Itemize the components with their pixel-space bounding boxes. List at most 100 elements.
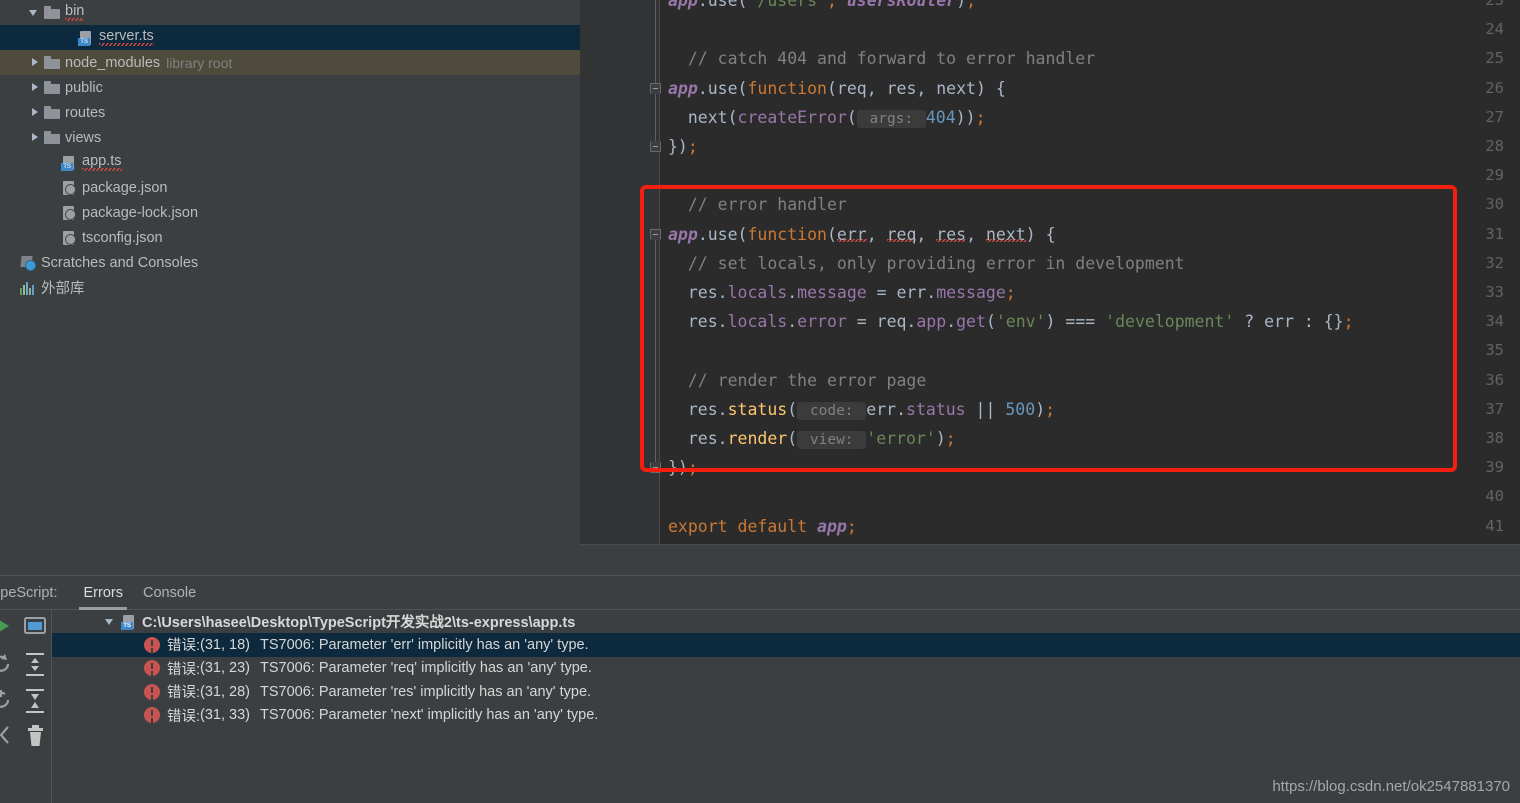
tree-item-label: bin xyxy=(65,3,85,22)
code-token: . xyxy=(946,312,957,332)
code-line[interactable]: next(createError( args: 404)); xyxy=(668,103,986,132)
chevron-right-icon[interactable] xyxy=(28,81,41,94)
error-list[interactable]: C:\Users\hasee\Desktop\TypeScript开发实战2\t… xyxy=(52,610,1520,803)
project-tree-panel[interactable]: bin server.ts node_modules library root publ… xyxy=(0,0,580,575)
rerun-failed-icon[interactable] xyxy=(0,682,18,718)
code-token: // catch 404 and forward to error handle… xyxy=(668,49,1096,69)
code-line[interactable]: res.locals.error = req.app.get('env') ==… xyxy=(668,307,1354,336)
code-token: // set locals, only providing error in d… xyxy=(668,253,1185,273)
code-line[interactable]: }); xyxy=(668,453,698,482)
code-token: )) xyxy=(955,107,976,127)
error-severity-icon xyxy=(144,683,160,700)
export-icon[interactable] xyxy=(20,610,46,646)
code-line[interactable]: // render the error page xyxy=(668,366,926,395)
code-token: ( xyxy=(826,224,837,244)
collapse-all-icon[interactable] xyxy=(20,682,46,718)
code-token: ) xyxy=(956,0,967,10)
code-line[interactable]: res.render( view: 'error'); xyxy=(668,424,956,453)
tree-item-label: Scratches and Consoles xyxy=(41,254,199,271)
folder-icon xyxy=(44,80,60,96)
tree-item-views[interactable]: views xyxy=(0,125,580,150)
error-list-item[interactable]: 错误: (31, 33) TS7006: Parameter 'next' impl… xyxy=(52,704,1520,728)
code-line[interactable]: // catch 404 and forward to error handle… xyxy=(668,44,1095,73)
tree-item--[interactable]: 外部库 xyxy=(0,275,580,300)
code-token: res. xyxy=(668,399,728,419)
error-severity-label: 错误: xyxy=(167,708,201,725)
tree-item-app-ts[interactable]: app.ts xyxy=(0,150,580,175)
tree-item-scratches-and-consoles[interactable]: Scratches and Consoles xyxy=(0,250,580,275)
code-token: render xyxy=(727,429,788,448)
chevron-down-icon[interactable] xyxy=(104,615,117,628)
tree-item-tsconfig-json[interactable]: tsconfig.json xyxy=(0,225,580,250)
code-token: = req. xyxy=(846,312,917,332)
code-token: }) xyxy=(668,137,688,156)
code-line[interactable]: app.use(function(err, req, res, next) { xyxy=(668,220,1056,249)
panel-toolbar-left-column[interactable] xyxy=(0,610,18,754)
code-token: ? err : {} xyxy=(1234,312,1344,332)
code-token: = err. xyxy=(866,283,937,302)
json-file-icon xyxy=(61,180,77,196)
code-token: res xyxy=(936,224,967,244)
delete-icon[interactable] xyxy=(20,718,46,754)
error-location: (31, 33) xyxy=(200,707,251,724)
tree-item-package-lock-json[interactable]: package-lock.json xyxy=(0,200,580,225)
error-group-path: C:\Users\hasee\Desktop\TypeScript开发实战2\t… xyxy=(142,615,576,631)
code-token: usersRouter xyxy=(846,0,957,10)
code-token: locals xyxy=(727,312,788,332)
tree-item-node-modules[interactable]: node_modules library root xyxy=(0,50,580,75)
chevron-down-icon[interactable] xyxy=(28,6,41,19)
code-token: . xyxy=(787,283,798,302)
code-token: 'env' xyxy=(995,312,1046,332)
rerun-icon[interactable] xyxy=(0,646,18,682)
code-token: . xyxy=(787,312,798,332)
run-icon[interactable] xyxy=(0,610,18,646)
tab-errors[interactable]: Errors xyxy=(73,576,132,610)
chevron-right-icon[interactable] xyxy=(28,106,41,119)
code-token: 500 xyxy=(1005,399,1036,419)
code-editor[interactable]: 23 24 25 26 27 28 29 30 31 32 33 34 35 36 37 38 39 40 41 a… xyxy=(580,0,1520,545)
ts-file-icon xyxy=(61,155,77,171)
code-line[interactable]: res.status( code: err.status || 500); xyxy=(668,395,1055,424)
tab-console[interactable]: Console xyxy=(133,576,206,610)
code-token: next( xyxy=(668,107,738,127)
tree-item-server-ts[interactable]: server.ts xyxy=(0,25,580,50)
fold-guide-line xyxy=(655,239,656,463)
panel-toolbar-right-column[interactable] xyxy=(20,610,52,754)
collapse-icon[interactable] xyxy=(0,718,18,754)
tree-item-label: node_modules xyxy=(65,54,161,71)
expand-all-icon[interactable] xyxy=(20,646,46,682)
code-token: next xyxy=(985,224,1026,244)
code-line[interactable]: }); xyxy=(668,132,698,161)
code-line[interactable]: export default app; xyxy=(668,512,857,541)
error-severity-icon xyxy=(144,660,160,677)
code-token: ) xyxy=(1035,399,1046,419)
error-list-item[interactable]: 错误: (31, 18) TS7006: Parameter 'err' impli… xyxy=(52,633,1520,657)
tree-item-label: server.ts xyxy=(99,28,154,47)
tree-item-label: 外部库 xyxy=(41,281,85,297)
error-severity-label: 错误: xyxy=(167,661,201,678)
code-token: error xyxy=(797,312,847,332)
panel-toolbar xyxy=(0,610,52,803)
code-line[interactable]: app.use(function(req, res, next) { xyxy=(668,74,1006,103)
error-list-item[interactable]: 错误: (31, 28) TS7006: Parameter 'res' impli… xyxy=(52,680,1520,704)
tree-item-public[interactable]: public xyxy=(0,75,580,100)
code-text-area[interactable]: app.use('/users', usersRouter); // catch… xyxy=(660,0,1520,545)
error-location: (31, 18) xyxy=(200,636,251,653)
fold-guide-line xyxy=(655,93,656,141)
code-token: app xyxy=(916,312,947,332)
tree-item-routes[interactable]: routes xyxy=(0,100,580,125)
code-line[interactable]: // error handler xyxy=(668,190,847,219)
code-token: app xyxy=(668,224,698,244)
tree-item-package-json[interactable]: package.json xyxy=(0,175,580,200)
code-line[interactable]: res.locals.message = err.message; xyxy=(668,278,1016,307)
tree-item-bin[interactable]: bin xyxy=(0,0,580,25)
code-line[interactable]: app.use('/users', usersRouter); xyxy=(668,0,976,15)
code-token: ; xyxy=(1005,283,1016,302)
panel-body: C:\Users\hasee\Desktop\TypeScript开发实战2\t… xyxy=(0,610,1520,803)
chevron-right-icon[interactable] xyxy=(28,131,41,144)
error-group-header[interactable]: C:\Users\hasee\Desktop\TypeScript开发实战2\t… xyxy=(52,610,1520,633)
error-list-item[interactable]: 错误: (31, 23) TS7006: Parameter 'req' impli… xyxy=(52,657,1520,681)
chevron-right-icon[interactable] xyxy=(28,56,41,69)
code-line[interactable]: // set locals, only providing error in d… xyxy=(668,249,1185,278)
